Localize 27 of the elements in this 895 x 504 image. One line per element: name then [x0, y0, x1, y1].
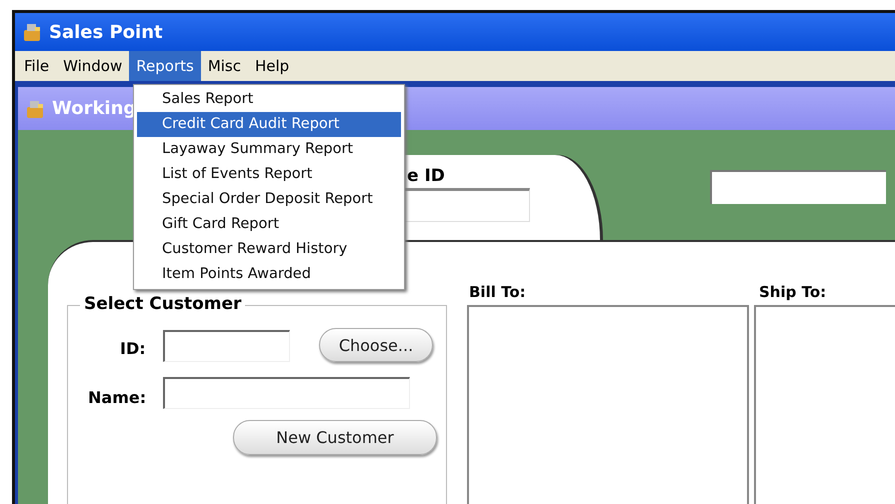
- window-title: Sales Point: [49, 22, 163, 42]
- field-label: Ship To:: [759, 283, 826, 301]
- inner-window-title: Working: [52, 98, 136, 119]
- menu-item[interactable]: Item Points Awarded: [137, 262, 401, 287]
- menu-item[interactable]: Misc: [200, 51, 248, 81]
- address-box[interactable]: [467, 305, 749, 504]
- menu-item[interactable]: Gift Card Report: [137, 212, 401, 237]
- input-field[interactable]: [710, 170, 886, 204]
- menu-item[interactable]: Window: [56, 51, 130, 81]
- choose-button[interactable]: Choose...: [319, 328, 433, 362]
- menu-item[interactable]: Help: [248, 51, 296, 81]
- input-field[interactable]: [163, 377, 410, 409]
- new-customer-button[interactable]: New Customer: [233, 420, 437, 455]
- field-label: Name:: [88, 388, 146, 407]
- menu-item[interactable]: Special Order Deposit Report: [137, 187, 401, 212]
- menu-item[interactable]: Layaway Summary Report: [137, 137, 401, 162]
- menu-item[interactable]: Customer Reward History: [137, 237, 401, 262]
- address-box[interactable]: [754, 305, 895, 504]
- menu-item[interactable]: Credit Card Audit Report: [137, 112, 401, 137]
- field-label: ID:: [120, 339, 146, 358]
- menu-item[interactable]: File: [17, 51, 56, 81]
- menu-item[interactable]: List of Events Report: [137, 162, 401, 187]
- menu-item[interactable]: Reports: [129, 51, 201, 81]
- field-label: e ID: [407, 166, 445, 186]
- input-field[interactable]: [163, 330, 290, 362]
- menu-item[interactable]: Sales Report: [137, 87, 401, 112]
- field-label: Bill To:: [469, 283, 526, 301]
